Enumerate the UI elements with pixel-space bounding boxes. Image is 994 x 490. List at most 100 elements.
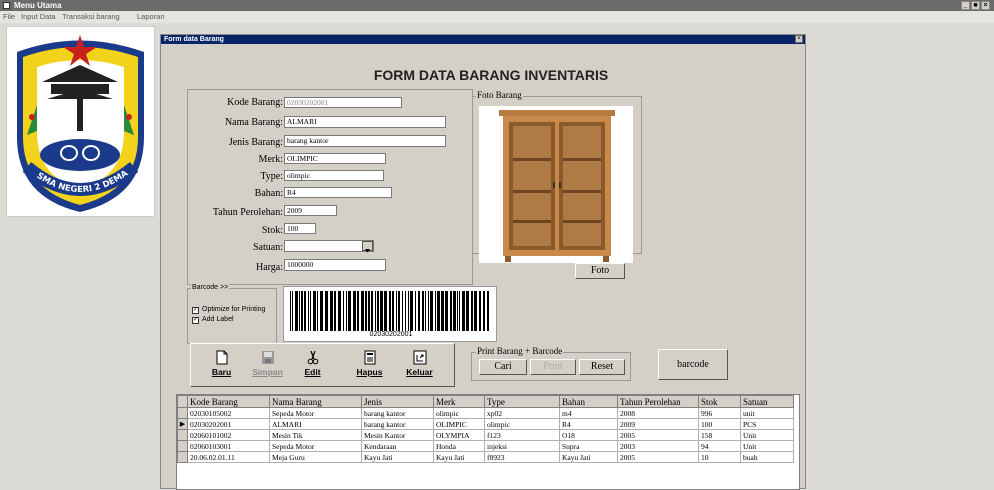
table-cell[interactable]: Meja Guru [269, 451, 362, 463]
menu-input-data[interactable]: Input Data [21, 11, 56, 23]
maximize-button[interactable]: ■ [971, 1, 980, 10]
col-merk[interactable]: Merk [433, 395, 485, 408]
close-button[interactable]: × [981, 1, 990, 10]
table-cell[interactable]: R4 [559, 418, 618, 430]
table-cell[interactable]: 10 [698, 451, 741, 463]
foto-button[interactable]: Foto [575, 263, 625, 279]
col-type[interactable]: Type [484, 395, 560, 408]
table-row[interactable]: 02060103001 Sepeda Motor Kendaraan Honda inj… [177, 440, 794, 452]
col-bahan[interactable]: Bahan [559, 395, 618, 408]
col-nama-barang[interactable]: Nama Barang [269, 395, 362, 408]
barcode-bar [320, 291, 323, 331]
print-button[interactable]: Print [530, 359, 576, 375]
table-cell[interactable]: Kayu Jati [433, 451, 485, 463]
table-cell[interactable]: 02060103001 [187, 440, 270, 452]
table-cell[interactable]: Supra [559, 440, 618, 452]
col-tahun-perolehan[interactable]: Tahun Perolehan [617, 395, 699, 408]
table-cell[interactable]: olimpic [433, 407, 485, 419]
table-cell[interactable]: 2005 [617, 451, 699, 463]
satuan-dropdown-button[interactable] [362, 241, 373, 253]
menu-file[interactable]: File [3, 11, 15, 23]
hapus-button[interactable]: Hapus [351, 347, 388, 384]
table-cell[interactable]: barang kantor [361, 407, 434, 419]
row-indicator[interactable] [177, 429, 188, 441]
table-row[interactable]: 02060101002 Mesin Tik Mesin Kantor OLYMPIA f… [177, 429, 794, 441]
table-cell[interactable]: injeksi [484, 440, 560, 452]
jenis-barang-field[interactable]: barang kantor [284, 135, 446, 147]
add-label-checkbox[interactable]: ✓ [192, 317, 199, 324]
table-cell[interactable]: 100 [698, 418, 741, 430]
menu-laporan[interactable]: Laporan [137, 11, 165, 23]
table-cell[interactable]: olimpic [484, 418, 560, 430]
table-cell[interactable]: buah [740, 451, 794, 463]
table-cell[interactable]: 02030202001 [187, 418, 270, 430]
table-cell[interactable]: Kendaraan [361, 440, 434, 452]
barcode-button[interactable]: barcode [658, 349, 728, 380]
table-cell[interactable]: Sepeda Motor [269, 407, 362, 419]
keluar-button[interactable]: Keluar [401, 347, 438, 384]
col-stok[interactable]: Stok [698, 395, 741, 408]
table-cell[interactable]: 2008 [617, 407, 699, 419]
table-cell[interactable]: m4 [559, 407, 618, 419]
row-selected-indicator[interactable]: ▶ [177, 418, 188, 430]
type-field[interactable]: olimpic [284, 170, 384, 181]
table-cell[interactable]: Kayu Jati [361, 451, 434, 463]
table-cell[interactable]: barang kantor [361, 418, 434, 430]
table-cell[interactable]: Mesin Kantor [361, 429, 434, 441]
nama-barang-field[interactable]: ALMARI [284, 116, 446, 128]
simpan-button[interactable]: Simpan [249, 347, 286, 384]
row-indicator[interactable] [177, 440, 188, 452]
barcode-bar [334, 291, 336, 331]
row-indicator[interactable] [177, 451, 188, 463]
table-cell[interactable]: PCS [740, 418, 794, 430]
table-cell[interactable]: 2003 [617, 440, 699, 452]
table-cell[interactable]: Kayu Jati [559, 451, 618, 463]
form-close-button[interactable]: × [795, 35, 803, 43]
baru-button[interactable]: Baru [203, 347, 240, 384]
table-cell[interactable]: 02060101002 [187, 429, 270, 441]
table-cell[interactable]: 02030105002 [187, 407, 270, 419]
table-row[interactable]: 20.06.02.01.11 Meja Guru Kayu Jati Kayu Jat… [177, 451, 794, 463]
merk-field[interactable]: OLIMPIC [284, 153, 386, 164]
table-cell[interactable]: xp02 [484, 407, 560, 419]
reset-button[interactable]: Reset [579, 359, 625, 375]
barcode-bar [348, 291, 351, 331]
table-cell[interactable]: f8923 [484, 451, 560, 463]
satuan-select[interactable] [284, 240, 374, 252]
table-row[interactable]: 02030105002 Sepeda Motor barang kantor olim… [177, 407, 794, 419]
cari-button[interactable]: Cari [479, 359, 527, 375]
table-row[interactable]: ▶ 02030202001 ALMARI barang kantor OLIMPIC ol… [177, 418, 794, 430]
bahan-field[interactable]: R4 [284, 187, 392, 198]
table-cell[interactable]: OLIMPIC [433, 418, 485, 430]
table-cell[interactable]: O18 [559, 429, 618, 441]
edit-button[interactable]: Edit [294, 347, 331, 384]
table-cell[interactable]: 20.06.02.01.11 [187, 451, 270, 463]
harga-field[interactable]: 1000000 [284, 259, 386, 271]
table-cell[interactable]: Unit [740, 429, 794, 441]
table-cell[interactable]: Sepeda Motor [269, 440, 362, 452]
table-cell[interactable]: ALMARI [269, 418, 362, 430]
table-cell[interactable]: 158 [698, 429, 741, 441]
data-grid[interactable]: Kode Barang Nama Barang Jenis Merk Type … [176, 394, 800, 490]
col-jenis[interactable]: Jenis [361, 395, 434, 408]
minimize-button[interactable]: _ [961, 1, 970, 10]
optimize-printing-checkbox[interactable]: ✓ [192, 307, 199, 314]
col-kode-barang[interactable]: Kode Barang [187, 395, 270, 408]
col-satuan[interactable]: Satuan [740, 395, 794, 408]
row-indicator[interactable] [177, 407, 188, 419]
menu-transaksi-barang[interactable]: Transaksi barang [62, 11, 120, 23]
table-cell[interactable]: Mesin Tik [269, 429, 362, 441]
table-cell[interactable]: Unit [740, 440, 794, 452]
table-cell[interactable]: 2005 [617, 429, 699, 441]
table-cell[interactable]: f123 [484, 429, 560, 441]
table-cell[interactable]: 996 [698, 407, 741, 419]
barcode-bar [450, 291, 452, 331]
table-cell[interactable]: unit [740, 407, 794, 419]
table-cell[interactable]: Honda [433, 440, 485, 452]
table-cell[interactable]: 94 [698, 440, 741, 452]
kode-barang-field[interactable]: 02030202001 [284, 97, 402, 108]
table-cell[interactable]: 2009 [617, 418, 699, 430]
stok-field[interactable]: 100 [284, 223, 316, 234]
table-cell[interactable]: OLYMPIA [433, 429, 485, 441]
tahun-perolehan-field[interactable]: 2009 [284, 205, 337, 216]
